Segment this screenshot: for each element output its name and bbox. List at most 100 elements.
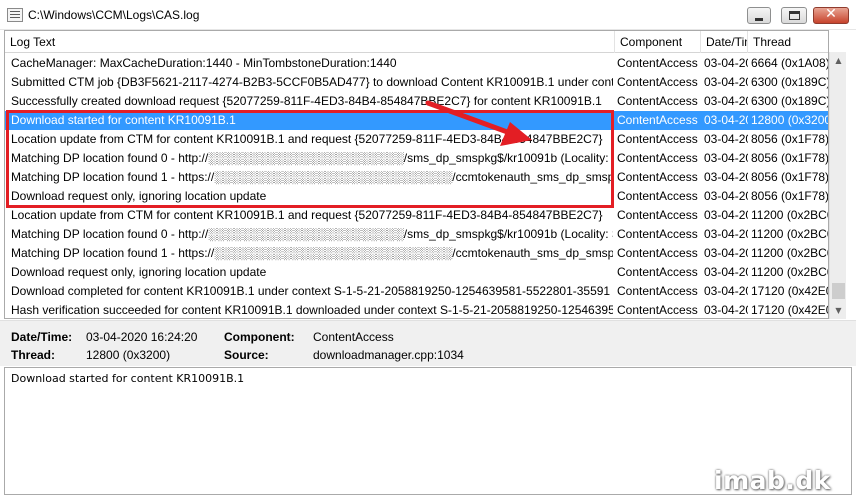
log-text-cell: Matching DP location found 0 - http://░░… xyxy=(11,227,613,241)
scroll-thumb[interactable] xyxy=(832,283,845,299)
log-text-cell: CacheManager: MaxCacheDuration:1440 - Mi… xyxy=(11,56,397,70)
log-list[interactable]: Log Text Component Date/Time Thread Cach… xyxy=(4,30,829,319)
thread-label: Thread: xyxy=(11,348,56,362)
column-headers: Log Text Component Date/Time Thread xyxy=(5,31,828,53)
minimize-button[interactable] xyxy=(747,7,771,24)
date-cell: 03-04-20 xyxy=(704,132,748,146)
log-text-cell: Download started for content KR10091B.1 xyxy=(11,113,236,127)
component-cell: ContentAccess xyxy=(617,75,698,89)
column-header-thread[interactable]: Thread xyxy=(748,31,828,53)
component-cell: ContentAccess xyxy=(617,56,698,70)
source-value: downloadmanager.cpp:1034 xyxy=(313,348,464,362)
thread-cell: 12800 (0x3200) xyxy=(751,113,829,127)
thread-value: 12800 (0x3200) xyxy=(86,348,171,362)
thread-cell: 8056 (0x1F78) xyxy=(751,189,829,203)
log-text-cell: Download request only, ignoring location… xyxy=(11,189,267,203)
thread-cell: 6300 (0x189C) xyxy=(751,94,829,108)
vertical-scrollbar[interactable]: ▲ ▼ xyxy=(829,52,846,319)
title-bar: C:\Windows\CCM\Logs\CAS.log ✕ xyxy=(0,0,856,30)
window-title: C:\Windows\CCM\Logs\CAS.log xyxy=(28,8,200,22)
table-row[interactable]: Matching DP location found 0 - http://░░… xyxy=(5,149,829,168)
table-row[interactable]: Submitted CTM job {DB3F5621-2117-4274-B2… xyxy=(5,73,829,92)
thread-cell: 11200 (0x2BC0) xyxy=(751,246,829,260)
component-cell: ContentAccess xyxy=(617,246,698,260)
maximize-button[interactable] xyxy=(781,7,807,24)
table-row[interactable]: Download request only, ignoring location… xyxy=(5,263,829,282)
thread-cell: 8056 (0x1F78) xyxy=(751,170,829,184)
table-row[interactable]: Matching DP location found 1 - https://░… xyxy=(5,168,829,187)
thread-cell: 11200 (0x2BC0) xyxy=(751,227,829,241)
date-cell: 03-04-20 xyxy=(704,208,748,222)
date-cell: 03-04-20 xyxy=(704,265,748,279)
minimize-icon xyxy=(755,18,763,21)
log-text-cell: Download request only, ignoring location… xyxy=(11,265,267,279)
component-cell: ContentAccess xyxy=(617,132,698,146)
log-text-cell: Hash verification succeeded for content … xyxy=(11,303,613,317)
component-value: ContentAccess xyxy=(313,330,394,344)
table-row[interactable]: Download completed for content KR10091B.… xyxy=(5,282,829,301)
component-cell: ContentAccess xyxy=(617,94,698,108)
date-cell: 03-04-20 xyxy=(704,75,748,89)
close-icon: ✕ xyxy=(825,6,837,22)
date-cell: 03-04-20 xyxy=(704,151,748,165)
log-text-cell: Location update from CTM for content KR1… xyxy=(11,208,603,222)
thread-cell: 6300 (0x189C) xyxy=(751,75,829,89)
source-label: Source: xyxy=(224,348,269,362)
date-cell: 03-04-20 xyxy=(704,56,748,70)
date-cell: 03-04-20 xyxy=(704,170,748,184)
date-cell: 03-04-20 xyxy=(704,94,748,108)
log-text-cell: Location update from CTM for content KR1… xyxy=(11,132,603,146)
component-cell: ContentAccess xyxy=(617,227,698,241)
log-text-cell: Matching DP location found 0 - http://░░… xyxy=(11,151,613,165)
thread-cell: 17120 (0x42E0) xyxy=(751,303,829,317)
thread-cell: 6664 (0x1A08) xyxy=(751,56,829,70)
maximize-icon xyxy=(789,11,800,20)
table-row-selected[interactable]: Download started for content KR10091B.1 C… xyxy=(5,111,829,130)
table-row[interactable]: Download request only, ignoring location… xyxy=(5,187,829,206)
table-row[interactable]: Hash verification succeeded for content … xyxy=(5,301,829,318)
thread-cell: 8056 (0x1F78) xyxy=(751,151,829,165)
details-pane: Date/Time: 03-04-2020 16:24:20 Component… xyxy=(0,320,856,366)
thread-cell: 11200 (0x2BC0) xyxy=(751,265,829,279)
log-text-cell: Download completed for content KR10091B.… xyxy=(11,284,611,298)
component-cell: ContentAccess xyxy=(617,113,698,127)
log-text-cell: Successfully created download request {5… xyxy=(11,94,602,108)
date-cell: 03-04-20 xyxy=(704,303,748,317)
log-file-icon xyxy=(7,8,23,22)
table-row[interactable]: Location update from CTM for content KR1… xyxy=(5,206,829,225)
log-text-cell: Submitted CTM job {DB3F5621-2117-4274-B2… xyxy=(11,75,613,89)
date-cell: 03-04-20 xyxy=(704,113,748,127)
scroll-down-icon[interactable]: ▼ xyxy=(830,302,847,319)
date-cell: 03-04-20 xyxy=(704,189,748,203)
log-text-cell: Matching DP location found 1 - https://░… xyxy=(11,246,613,260)
component-cell: ContentAccess xyxy=(617,189,698,203)
column-header-log-text[interactable]: Log Text xyxy=(5,31,615,53)
component-cell: ContentAccess xyxy=(617,265,698,279)
component-label: Component: xyxy=(224,330,295,344)
thread-cell: 8056 (0x1F78) xyxy=(751,132,829,146)
component-cell: ContentAccess xyxy=(617,170,698,184)
date-cell: 03-04-20 xyxy=(704,246,748,260)
close-button[interactable]: ✕ xyxy=(813,6,849,24)
scroll-up-icon[interactable]: ▲ xyxy=(830,52,847,69)
column-header-component[interactable]: Component xyxy=(615,31,701,53)
log-text-cell: Matching DP location found 1 - https://░… xyxy=(11,170,613,184)
thread-cell: 11200 (0x2BC0) xyxy=(751,208,829,222)
table-row[interactable]: Successfully created download request {5… xyxy=(5,92,829,111)
datetime-value: 03-04-2020 16:24:20 xyxy=(86,330,198,344)
log-rows: CacheManager: MaxCacheDuration:1440 - Mi… xyxy=(5,54,829,318)
date-cell: 03-04-20 xyxy=(704,284,748,298)
thread-cell: 17120 (0x42E0) xyxy=(751,284,829,298)
component-cell: ContentAccess xyxy=(617,151,698,165)
table-row[interactable]: CacheManager: MaxCacheDuration:1440 - Mi… xyxy=(5,54,829,73)
table-row[interactable]: Location update from CTM for content KR1… xyxy=(5,130,829,149)
watermark-logo: imab.dk xyxy=(714,466,831,495)
date-cell: 03-04-20 xyxy=(704,227,748,241)
component-cell: ContentAccess xyxy=(617,303,698,317)
component-cell: ContentAccess xyxy=(617,208,698,222)
column-header-date[interactable]: Date/Time xyxy=(701,31,748,53)
component-cell: ContentAccess xyxy=(617,284,698,298)
table-row[interactable]: Matching DP location found 0 - http://░░… xyxy=(5,225,829,244)
datetime-label: Date/Time: xyxy=(11,330,73,344)
table-row[interactable]: Matching DP location found 1 - https://░… xyxy=(5,244,829,263)
